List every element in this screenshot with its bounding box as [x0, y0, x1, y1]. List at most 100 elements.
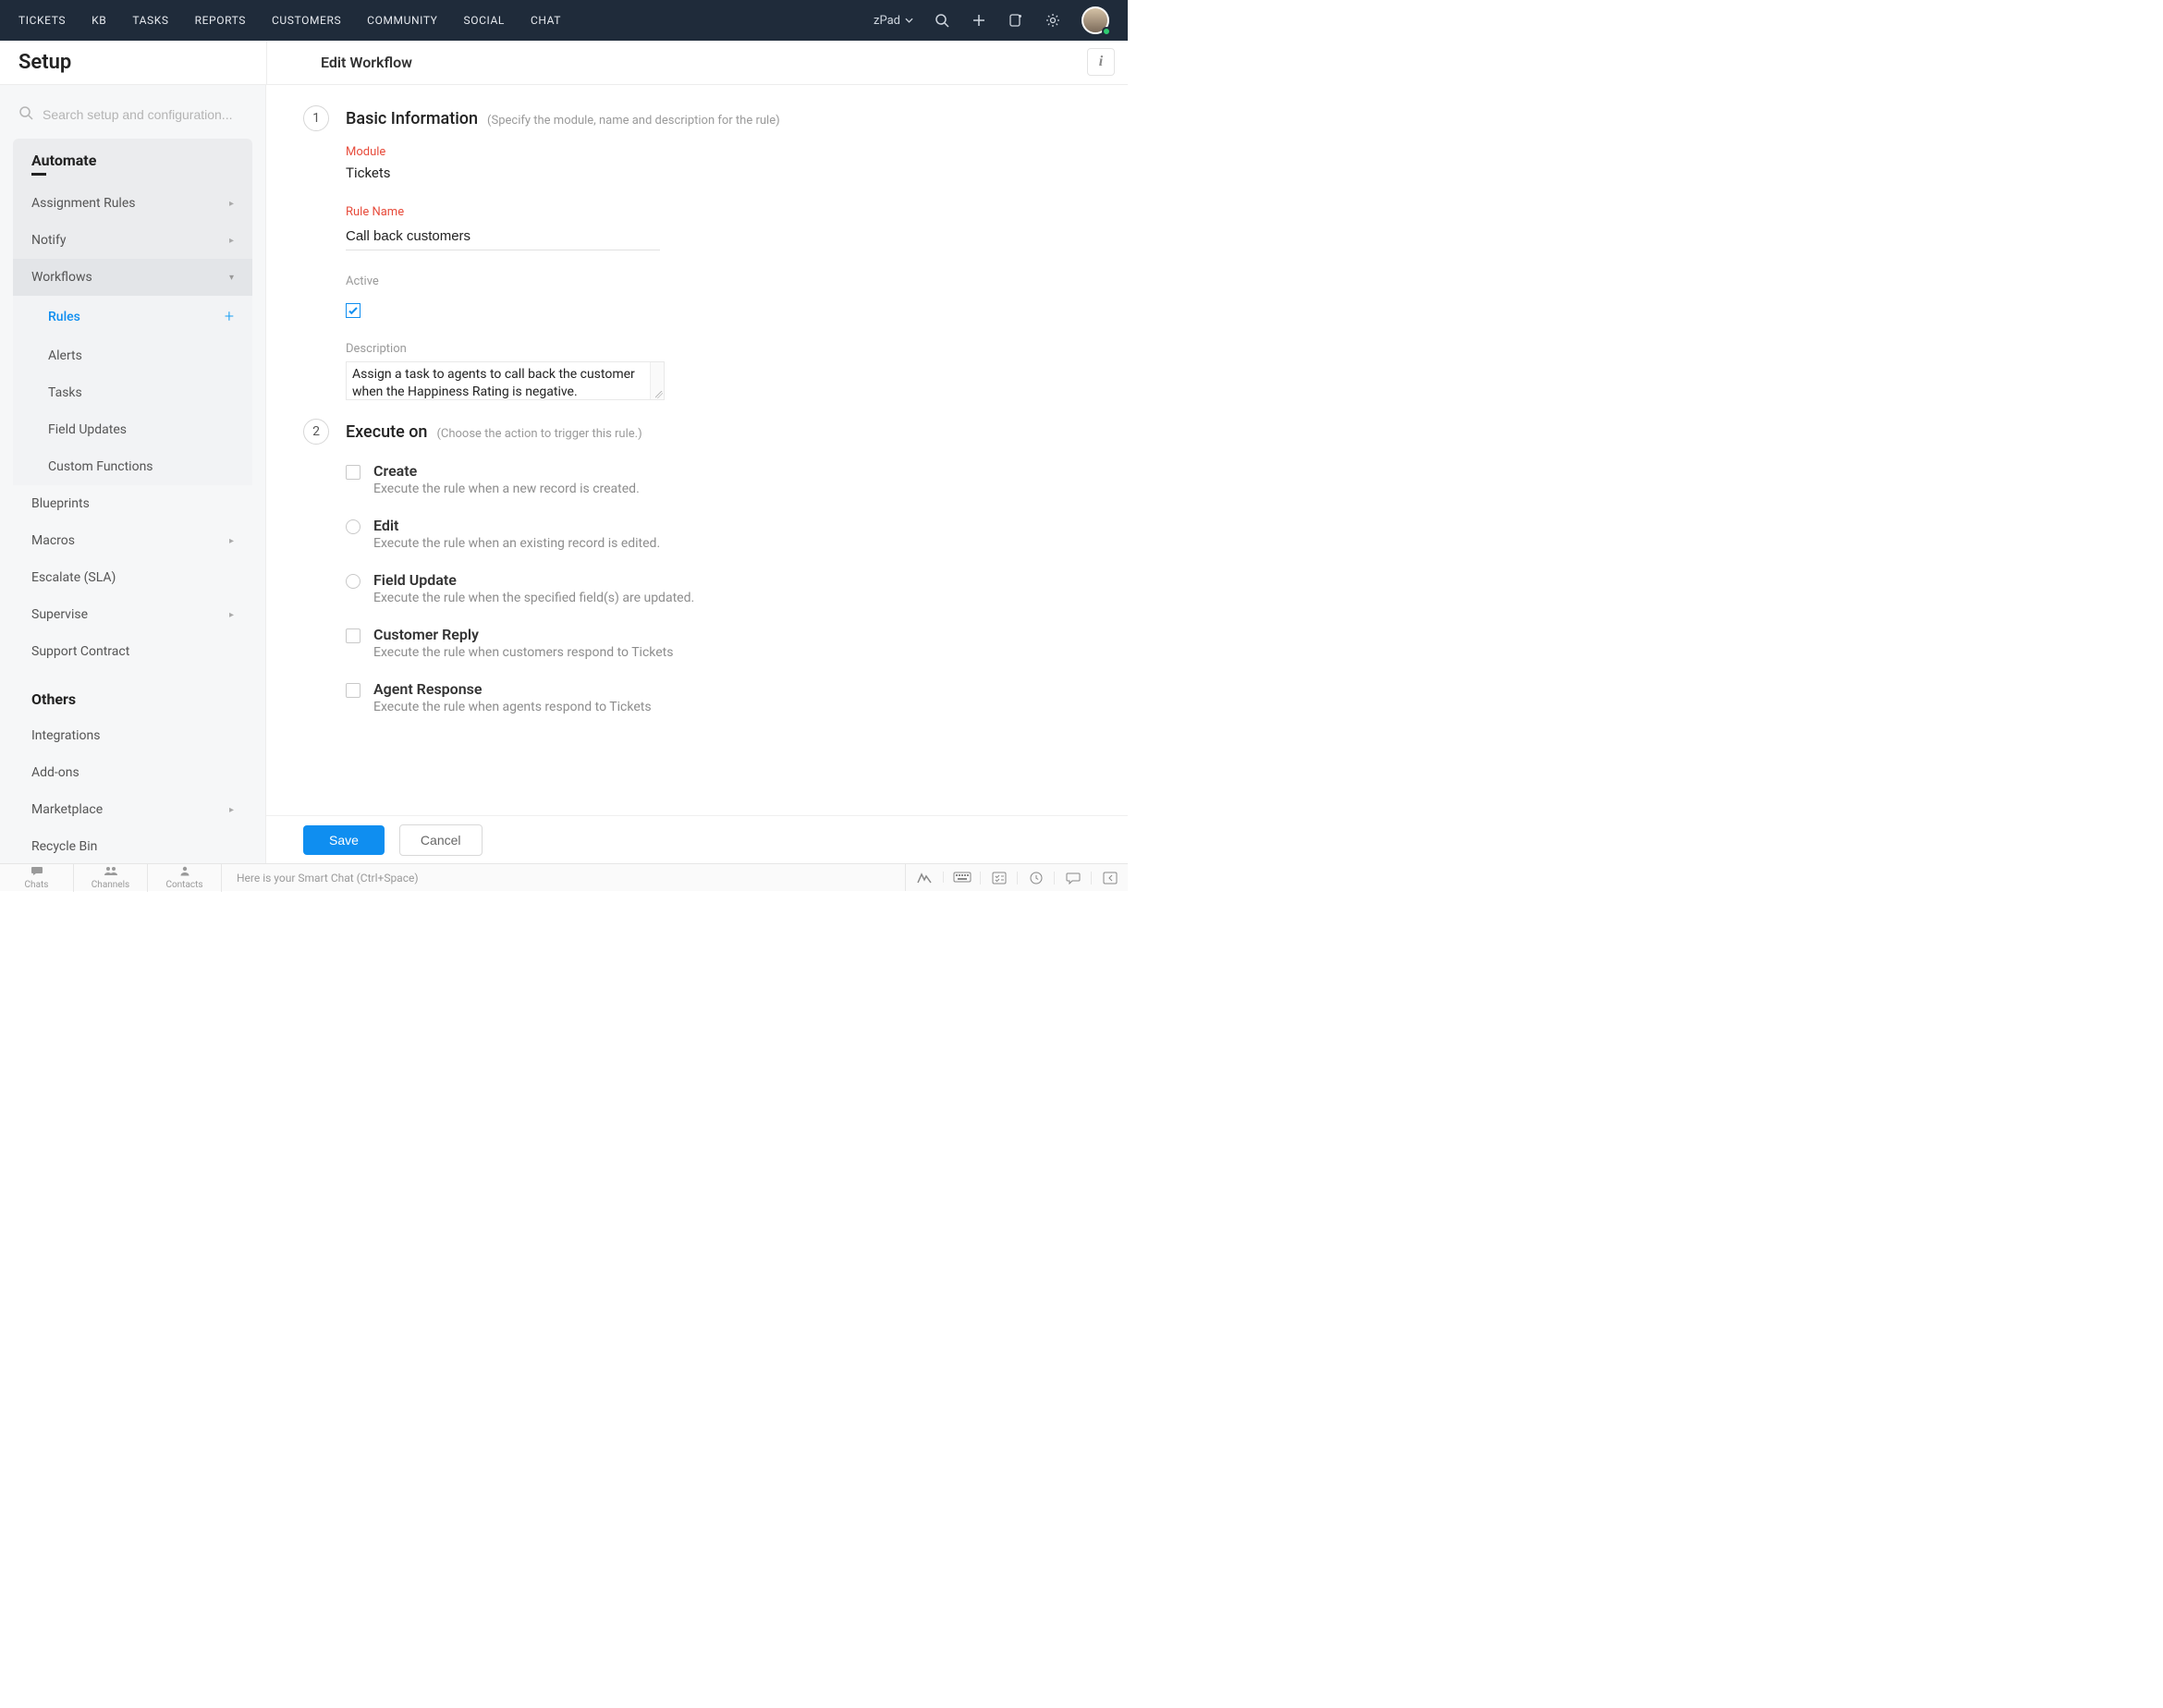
- sidebar-sub-rules[interactable]: Rules +: [13, 296, 252, 337]
- sidebar-item-notify[interactable]: Notify ▸: [13, 222, 252, 259]
- sidebar-item-macros[interactable]: Macros ▸: [13, 522, 252, 559]
- radio-icon[interactable]: [346, 574, 360, 589]
- description-textarea[interactable]: [347, 362, 650, 399]
- automate-panel: Automate Assignment Rules ▸ Notify ▸ Wor…: [13, 139, 252, 485]
- option-title: Customer Reply: [373, 626, 673, 643]
- nav-community[interactable]: COMMUNITY: [367, 14, 437, 27]
- radio-icon[interactable]: [346, 519, 360, 534]
- sidebar-item-integrations[interactable]: Integrations: [13, 717, 252, 754]
- search-icon: [18, 105, 33, 120]
- chat-tab-label: Contacts: [165, 880, 202, 890]
- sidebar-item-label: Marketplace: [31, 802, 103, 817]
- caret-down-icon: ▾: [229, 273, 234, 283]
- section-title-row: Execute on (Choose the action to trigger…: [346, 422, 1091, 442]
- sidebar-item-label: Rules: [48, 310, 80, 324]
- rule-name-label: Rule Name: [346, 205, 1091, 219]
- chat-bubble-icon: [31, 866, 43, 876]
- zia-icon[interactable]: [906, 872, 943, 884]
- nav-kb[interactable]: KB: [92, 14, 106, 27]
- gear-icon[interactable]: [1045, 12, 1061, 29]
- plus-icon[interactable]: [971, 12, 987, 29]
- option-title: Create: [373, 462, 640, 480]
- search-wrap: [0, 94, 265, 139]
- checkbox-icon[interactable]: [346, 683, 360, 698]
- sidebar-item-addons[interactable]: Add-ons: [13, 754, 252, 791]
- option-desc: Execute the rule when agents respond to …: [373, 700, 652, 714]
- sidebar-sub-custom-functions[interactable]: Custom Functions: [13, 448, 252, 485]
- caret-right-icon: ▸: [229, 805, 234, 815]
- description-label: Description: [346, 342, 1091, 356]
- smart-chat-input[interactable]: Here is your Smart Chat (Ctrl+Space): [222, 864, 906, 891]
- sidebar-item-escalate[interactable]: Escalate (SLA): [13, 559, 252, 596]
- module-block: Module Tickets: [346, 145, 1091, 181]
- nav-customers[interactable]: CUSTOMERS: [272, 14, 341, 27]
- sidebar-item-support-contract[interactable]: Support Contract: [13, 633, 252, 670]
- content-scroll[interactable]: 1 Basic Information (Specify the module,…: [266, 85, 1128, 815]
- search-input[interactable]: [17, 102, 249, 128]
- sidebar: Automate Assignment Rules ▸ Notify ▸ Wor…: [0, 85, 266, 863]
- chat-tab-contacts[interactable]: Contacts: [148, 863, 222, 892]
- nav-social[interactable]: SOCIAL: [464, 14, 505, 27]
- option-title: Agent Response: [373, 680, 652, 698]
- section-hint: (Specify the module, name and descriptio…: [487, 114, 780, 128]
- search-icon[interactable]: [934, 12, 950, 29]
- execute-option-create[interactable]: Create Execute the rule when a new recor…: [346, 455, 1091, 509]
- sidebar-sub-field-updates[interactable]: Field Updates: [13, 411, 252, 448]
- section-title-row: Basic Information (Specify the module, n…: [346, 109, 1091, 128]
- sidebar-sub-alerts[interactable]: Alerts: [13, 337, 252, 374]
- add-rule-button[interactable]: +: [225, 307, 234, 326]
- caret-right-icon: ▸: [229, 610, 234, 620]
- presence-dot-icon: [1102, 27, 1111, 36]
- chat-tab-channels[interactable]: Channels: [74, 863, 148, 892]
- nav-tickets[interactable]: TICKETS: [18, 14, 66, 27]
- caret-right-icon: ▸: [229, 199, 234, 209]
- resize-handle-icon[interactable]: [650, 362, 664, 399]
- sidebar-item-label: Macros: [31, 533, 75, 548]
- sidebar-item-workflows[interactable]: Workflows ▾: [13, 259, 252, 296]
- sidebar-item-assignment-rules[interactable]: Assignment Rules ▸: [13, 185, 252, 222]
- description-block: Description: [346, 342, 1091, 400]
- active-checkbox[interactable]: [346, 303, 360, 318]
- info-button[interactable]: i: [1087, 48, 1115, 76]
- sidebar-item-label: Add-ons: [31, 765, 79, 780]
- org-switcher[interactable]: zPad: [874, 14, 913, 28]
- sidebar-item-blueprints[interactable]: Blueprints: [13, 485, 252, 522]
- rule-name-input[interactable]: [346, 225, 660, 250]
- sidebar-item-recycle-bin[interactable]: Recycle Bin: [13, 828, 252, 863]
- checkbox-icon[interactable]: [346, 465, 360, 480]
- sidebar-sub-tasks[interactable]: Tasks: [13, 374, 252, 411]
- topnav-right: zPad: [874, 6, 1109, 34]
- module-label: Module: [346, 145, 1091, 159]
- check-icon: [348, 305, 359, 316]
- save-button[interactable]: Save: [303, 825, 385, 855]
- checklist-icon[interactable]: [980, 872, 1017, 884]
- description-box: [346, 361, 665, 400]
- checkbox-icon[interactable]: [346, 628, 360, 643]
- collapse-icon[interactable]: [1091, 872, 1128, 884]
- nav-chat[interactable]: CHAT: [531, 14, 561, 27]
- rule-name-block: Rule Name: [346, 205, 1091, 250]
- sidebar-item-label: Recycle Bin: [31, 839, 97, 854]
- sidebar-item-label: Notify: [31, 233, 66, 248]
- chat-tab-chats[interactable]: Chats: [0, 863, 74, 892]
- comment-icon[interactable]: [1054, 872, 1091, 884]
- sidebar-item-supervise[interactable]: Supervise ▸: [13, 596, 252, 633]
- keyboard-icon[interactable]: [943, 872, 980, 883]
- notification-icon[interactable]: [1008, 12, 1024, 29]
- execute-option-edit[interactable]: Edit Execute the rule when an existing r…: [346, 509, 1091, 564]
- sidebar-item-label: Custom Functions: [48, 459, 153, 474]
- nav-tasks[interactable]: TASKS: [132, 14, 168, 27]
- sidebar-item-marketplace[interactable]: Marketplace ▸: [13, 791, 252, 828]
- topnav-left: TICKETS KB TASKS REPORTS CUSTOMERS COMMU…: [18, 14, 561, 27]
- option-title: Field Update: [373, 571, 694, 589]
- setup-title: Setup: [0, 51, 266, 74]
- clock-icon[interactable]: [1017, 872, 1054, 884]
- execute-option-agent-response[interactable]: Agent Response Execute the rule when age…: [346, 673, 1091, 727]
- execute-option-field-update[interactable]: Field Update Execute the rule when the s…: [346, 564, 1091, 618]
- cancel-button[interactable]: Cancel: [399, 824, 483, 856]
- execute-option-customer-reply[interactable]: Customer Reply Execute the rule when cus…: [346, 618, 1091, 673]
- nav-reports[interactable]: REPORTS: [195, 14, 246, 27]
- option-desc: Execute the rule when an existing record…: [373, 536, 660, 551]
- chatbar-icons: [906, 872, 1128, 884]
- sidebar-item-label: Alerts: [48, 348, 82, 363]
